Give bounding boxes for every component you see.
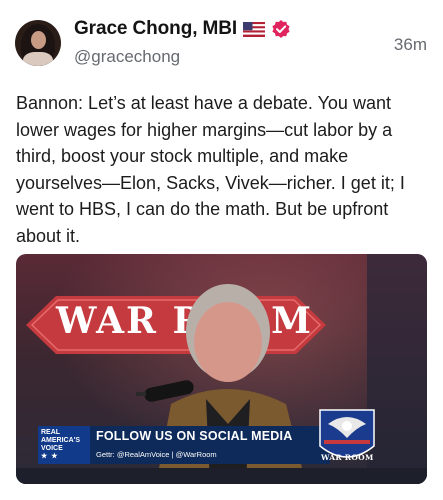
microphone-icon xyxy=(136,380,194,402)
author-handle[interactable]: @gracechong xyxy=(74,47,180,67)
avatar-shirt xyxy=(23,52,53,66)
author-avatar[interactable] xyxy=(15,20,61,66)
post-timestamp: 36m xyxy=(393,35,427,54)
war-room-badge-text: WAR ROOM xyxy=(321,453,374,462)
post-body-text: Bannon: Let’s at least have a debate. Yo… xyxy=(16,93,405,246)
avatar-face xyxy=(31,31,46,49)
network-logo-text: REAL AMERICA'S VOICE xyxy=(41,429,80,452)
lower-third-subtitle: Gettr: @RealAmVoice | @WarRoom xyxy=(96,450,217,459)
author-name-row: Grace Chong, MBI xyxy=(74,18,291,40)
star-icon: ★ ★ xyxy=(41,453,59,460)
us-flag-icon xyxy=(243,21,266,37)
studio-desk xyxy=(16,468,427,484)
lower-third-bar: FOLLOW US ON SOCIAL MEDIA Gettr: @RealAm… xyxy=(90,426,330,464)
network-logo: REAL AMERICA'S VOICE ★ ★ xyxy=(38,426,90,464)
verified-icon xyxy=(272,20,290,38)
lower-third-title: FOLLOW US ON SOCIAL MEDIA xyxy=(96,429,293,443)
post-video-thumbnail[interactable]: WAR ROOM REAL AMERICA'S VOICE ★ ★ FOLLOW… xyxy=(16,254,427,484)
author-display-name[interactable]: Grace Chong, MBI xyxy=(74,18,237,40)
